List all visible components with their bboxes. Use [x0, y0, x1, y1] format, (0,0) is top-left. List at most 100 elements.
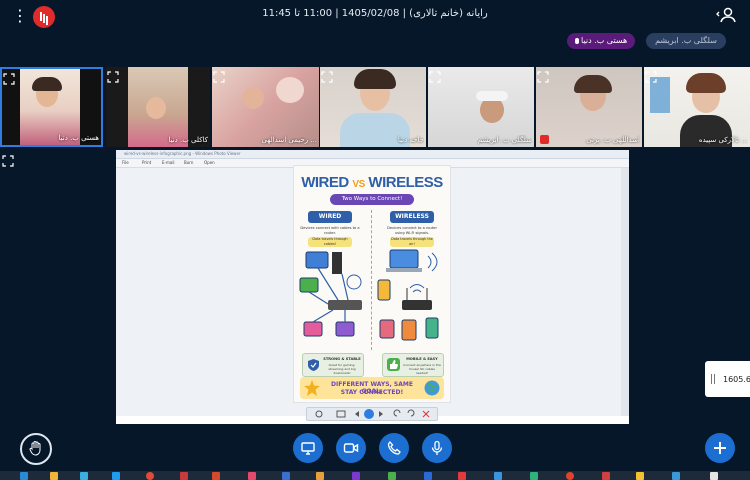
taskbar-app-icon[interactable]	[566, 472, 574, 480]
wired-heading: WIRED	[308, 211, 352, 223]
side-notification-text: 1605.64	[723, 375, 750, 384]
expand-icon[interactable]	[537, 68, 549, 83]
taskbar-app-icon[interactable]	[424, 472, 432, 480]
title-vs: VS	[352, 179, 365, 190]
taskbar-app-icon[interactable]	[282, 472, 290, 480]
taskbar-app-icon[interactable]	[112, 472, 120, 480]
monitor-icon	[301, 442, 315, 455]
rotate-right-icon[interactable]	[407, 409, 415, 417]
presenter-badge: هستی ب. دنیا	[567, 33, 636, 49]
expand-icon[interactable]	[3, 70, 15, 85]
expand-icon[interactable]	[107, 68, 119, 83]
camera-icon	[343, 443, 359, 453]
rotate-left-icon[interactable]	[393, 409, 401, 417]
next-icon[interactable]	[379, 411, 383, 417]
student-badge: سلگلی ب. ابریشم	[646, 33, 726, 49]
plus-icon	[714, 442, 726, 454]
wired-description: Devices connect with cables to a router.	[300, 226, 360, 235]
star-mascot-icon	[304, 380, 320, 396]
taskbar-app-icon[interactable]	[352, 472, 360, 480]
taskbar-app-icon[interactable]	[180, 472, 188, 480]
taskbar-app-icon[interactable]	[146, 472, 154, 480]
user-list-icon[interactable]	[716, 6, 738, 24]
participant-tile[interactable]: رحیمی اسدالهی ...	[212, 67, 319, 147]
title-wireless: WIRELESS	[368, 174, 443, 191]
taskbar-app-icon[interactable]	[530, 472, 538, 480]
wired-pill: Data travels through cables!	[308, 237, 352, 247]
taskbar-app-icon[interactable]	[212, 472, 220, 480]
taskbar-app-icon[interactable]	[20, 472, 28, 480]
viewer-scrollbar[interactable]	[621, 168, 629, 416]
audio-call-button[interactable]	[379, 433, 409, 463]
wired-benefit-title: STRONG & STABLE	[323, 357, 361, 361]
raise-hand-button[interactable]	[20, 433, 52, 465]
expand-icon[interactable]	[645, 68, 657, 83]
viewer-menu-file[interactable]: File	[122, 159, 129, 167]
side-notification[interactable]: 1605.64	[705, 361, 750, 397]
slideshow-icon[interactable]	[364, 409, 374, 419]
globe-mascot-icon	[424, 380, 440, 396]
viewer-menu-open[interactable]: Open	[204, 159, 215, 167]
taskbar-app-icon[interactable]	[458, 472, 466, 480]
participant-name: رحیمی اسدالهی ...	[261, 136, 317, 144]
phone-icon	[387, 440, 401, 455]
expand-icon[interactable]	[213, 68, 225, 83]
participant-name: اسداللهی ب. پرنی	[586, 136, 640, 144]
infographic-title: WIRED VS WIRELESS	[294, 174, 450, 191]
footer-line-2: STAY CONNECTED!	[340, 389, 404, 396]
infographic: WIRED VS WIRELESS Two Ways to Connect! W…	[293, 165, 451, 403]
participant-tile[interactable]: کاکلی ب. دنیا	[106, 67, 210, 147]
participant-tile[interactable]: هستی ب. دنیا	[0, 67, 103, 147]
participant-name: تالارکی سپیده ...	[698, 136, 748, 144]
viewer-toolbar	[306, 407, 438, 421]
wired-benefit-desc: Great for gaming, streaming and big down…	[328, 363, 356, 375]
actual-size-icon[interactable]	[336, 410, 346, 418]
viewer-window-title: wired-vs-wireless-infographic.png - Wind…	[124, 151, 241, 156]
taskbar-app-icon[interactable]	[248, 472, 256, 480]
participant-tile[interactable]: اسداللهی ب. پرنی	[536, 67, 642, 147]
participant-tile[interactable]: جاجه دنیا	[320, 67, 426, 147]
participant-name: سلگلی ب. ابریشم	[477, 136, 532, 144]
presenter-badge-label: هستی ب. دنیا	[581, 36, 628, 45]
screen-expand-icon[interactable]	[2, 152, 14, 167]
viewer-menu-burn[interactable]: Burn	[184, 159, 193, 167]
taskbar-app-icon[interactable]	[80, 472, 88, 480]
infographic-footer: DIFFERENT WAYS, SAME GOAL: STAY CONNECTE…	[300, 377, 444, 399]
taskbar-app-icon[interactable]	[636, 472, 644, 480]
previous-icon[interactable]	[355, 411, 359, 417]
screen-share-button[interactable]	[293, 433, 323, 463]
zoom-icon[interactable]	[315, 410, 323, 418]
viewer-menu-email[interactable]: E-mail	[162, 159, 175, 167]
microphone-button[interactable]	[422, 433, 452, 463]
taskbar-app-icon[interactable]	[672, 472, 680, 480]
wireless-benefit-box: MOBILE & EASY Connect anywhere in the ho…	[382, 353, 444, 377]
shield-icon	[308, 359, 319, 371]
taskbar-app-icon[interactable]	[50, 472, 58, 480]
mic-icon	[575, 38, 579, 44]
microphone-icon	[431, 440, 443, 455]
participant-tile[interactable]: تالارکی سپیده ...	[644, 67, 750, 147]
wireless-benefit-desc: Connect anywhere in the house! No cables…	[403, 363, 441, 375]
wireless-benefit-title: MOBILE & EASY	[406, 357, 438, 361]
participant-tile[interactable]: سلگلی ب. ابریشم	[428, 67, 534, 147]
taskbar-app-icon[interactable]	[494, 472, 502, 480]
add-button[interactable]	[705, 433, 735, 463]
viewer-menu-print[interactable]: Print	[142, 159, 151, 167]
session-title: رایانه (خانم تالاری) | 1405/02/08 | 11:0…	[262, 8, 488, 19]
title-wired: WIRED	[301, 174, 349, 191]
column-divider	[371, 210, 372, 350]
taskbar-app-icon[interactable]	[602, 472, 610, 480]
shared-screen: wired-vs-wireless-infographic.png - Wind…	[116, 150, 629, 424]
camera-button[interactable]	[336, 433, 366, 463]
taskbar-app-icon[interactable]	[388, 472, 396, 480]
drag-handle-icon[interactable]	[711, 374, 715, 384]
wireless-description: Devices connect to a router using Wi-Fi …	[387, 226, 437, 235]
participant-name: جاجه دنیا	[397, 136, 424, 144]
delete-icon[interactable]	[422, 410, 430, 418]
taskbar-app-icon[interactable]	[710, 472, 718, 480]
participant-name: کاکلی ب. دنیا	[168, 136, 208, 144]
taskbar-app-icon[interactable]	[316, 472, 324, 480]
thumbs-up-icon	[387, 358, 400, 371]
expand-icon[interactable]	[321, 68, 333, 83]
expand-icon[interactable]	[429, 68, 441, 83]
